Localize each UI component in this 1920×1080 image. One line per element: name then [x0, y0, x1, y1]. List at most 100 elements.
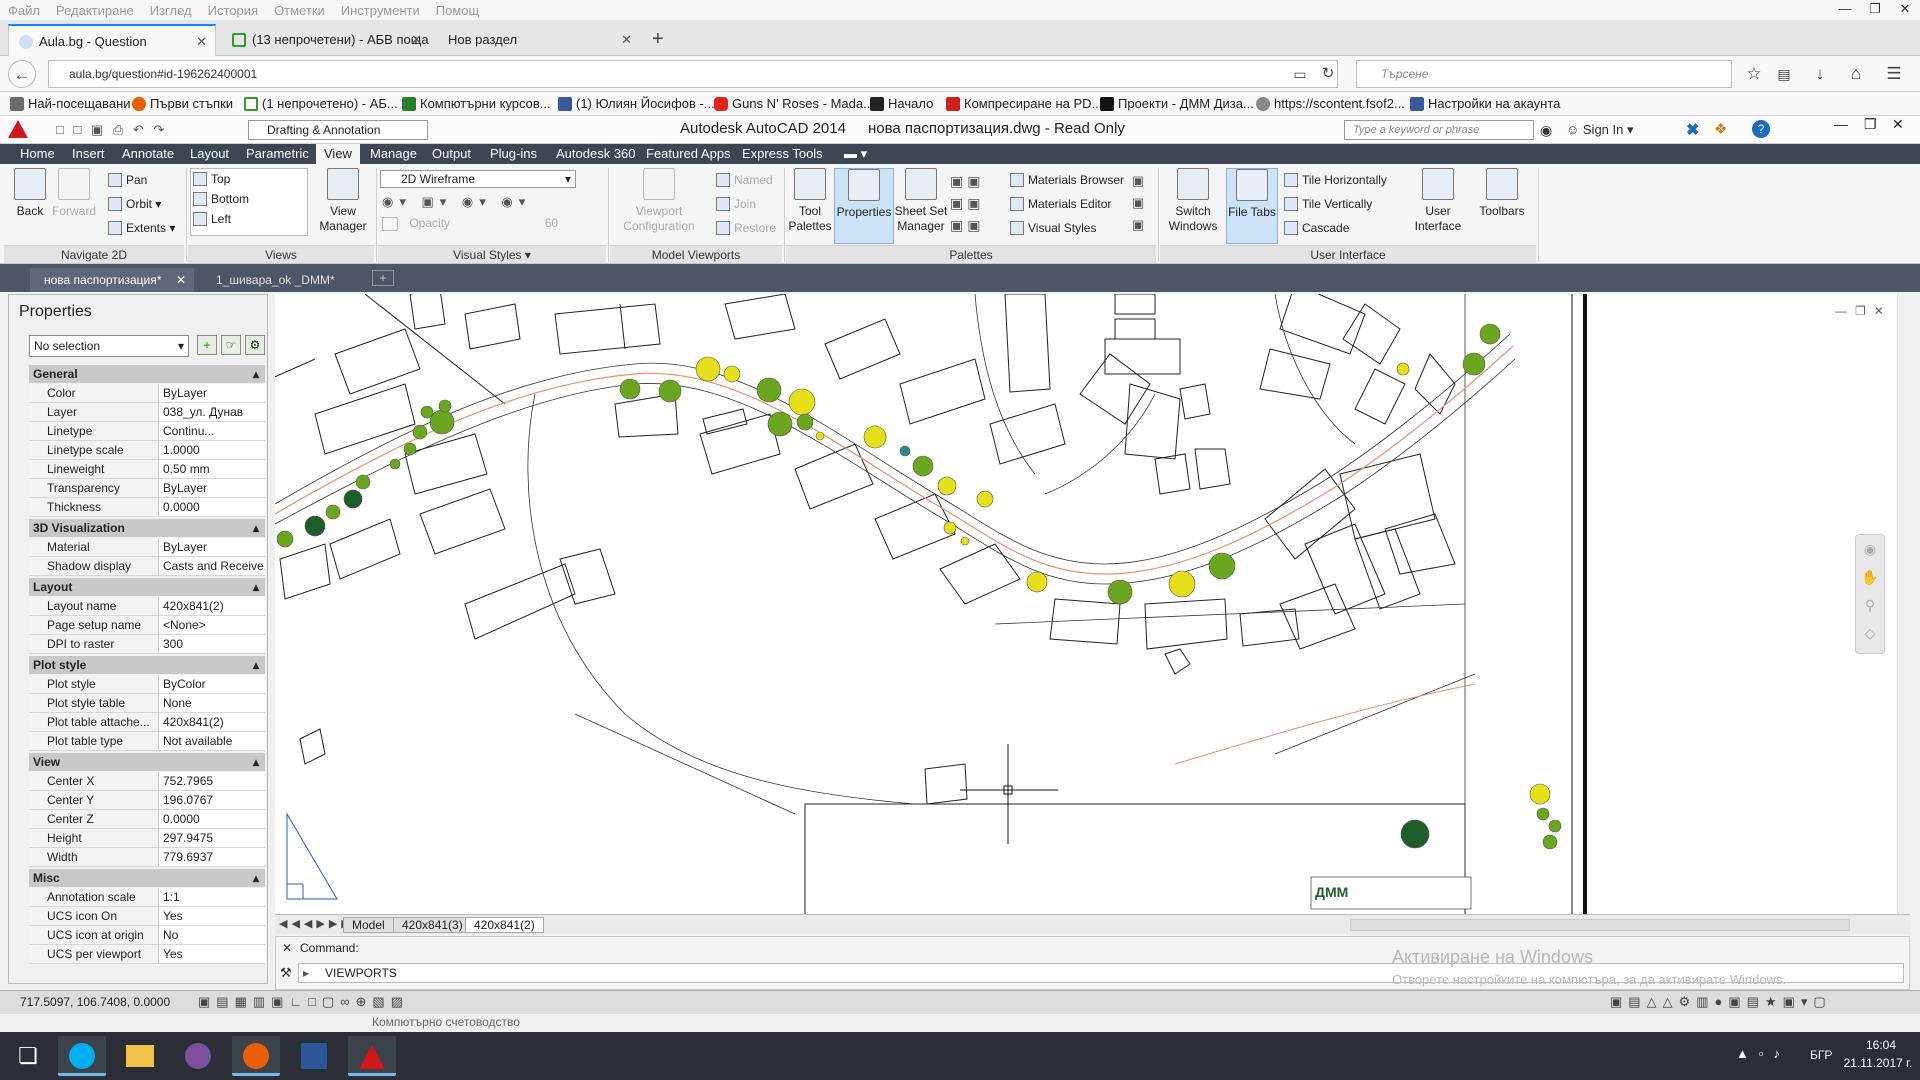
restore-viewports-button[interactable]: Restore — [714, 218, 776, 238]
menu-file[interactable]: Файл — [8, 3, 40, 18]
file-tabs-button[interactable]: File Tabs — [1226, 168, 1278, 244]
bookmark-item[interactable]: (1 непрочетено) - АБ... — [242, 95, 398, 113]
tab-view[interactable]: View — [316, 144, 360, 164]
drafting-toggles[interactable]: ▣▤▦▥▣∟□▢∞⊕▧▨ — [198, 994, 409, 1010]
bookmark-item[interactable]: Компютърни курсов... — [400, 95, 551, 113]
tab-output[interactable]: Output — [432, 146, 471, 161]
layout-tab-active[interactable]: 420x841(2) — [465, 917, 544, 933]
language-indicator[interactable]: БГР — [1810, 1048, 1832, 1062]
new-tab-button[interactable]: + — [652, 28, 664, 51]
menu-help[interactable]: Помощ — [436, 3, 479, 18]
bookmark-item[interactable]: Guns N' Roses - Mada... — [712, 95, 874, 113]
named-viewports-button[interactable]: Named — [714, 170, 773, 190]
panel-title-visual-styles[interactable]: Visual Styles ▾ — [378, 245, 606, 263]
property-value[interactable]: ByColor — [161, 675, 265, 693]
home-icon[interactable]: ⌂ — [1842, 60, 1870, 88]
visual-style-tools[interactable]: ◉▾ ▣▾ ◉▾ ◉▾ — [382, 194, 572, 212]
property-row[interactable]: UCS icon On Yes — [29, 907, 265, 926]
view-top-item[interactable]: Top — [191, 169, 230, 189]
property-value[interactable]: Not available — [161, 732, 265, 750]
property-row[interactable]: Width 779.6937 — [29, 848, 265, 867]
minimize-button[interactable]: — — [1830, 0, 1860, 20]
view-bottom-item[interactable]: Bottom — [191, 189, 249, 209]
clock-date[interactable]: 21.11.2017 г. — [1838, 1056, 1918, 1070]
back-view-button[interactable]: Back — [10, 168, 50, 219]
new-drawing-tab-icon[interactable]: + — [372, 270, 394, 286]
vertical-scrollbar[interactable] — [1897, 294, 1910, 914]
back-arrow-icon[interactable]: ← — [8, 60, 36, 88]
selection-select[interactable]: No selection ▾ — [29, 335, 189, 357]
property-value[interactable]: 297.9475 — [161, 829, 265, 847]
extents-button[interactable]: Extents ▾ — [106, 218, 175, 238]
restore-button[interactable]: ❐ — [1860, 0, 1890, 20]
property-section-header[interactable]: General ▴ — [29, 365, 265, 383]
skype-taskbar-button[interactable] — [58, 1036, 106, 1076]
visual-style-select[interactable]: 2D Wireframe ▾ — [380, 170, 576, 188]
close-tab-icon[interactable]: ✕ — [411, 24, 422, 56]
property-row[interactable]: Page setup name <None> — [29, 616, 265, 635]
viewport-window-controls[interactable]: —❐✕ — [1835, 304, 1892, 318]
join-viewports-button[interactable]: Join — [714, 194, 756, 214]
view-left-item[interactable]: Left — [191, 209, 231, 229]
tab-annotate[interactable]: Annotate — [122, 146, 174, 161]
property-row[interactable]: Material ByLayer — [29, 538, 265, 557]
property-row[interactable]: Center Z 0.0000 — [29, 810, 265, 829]
downloads-icon[interactable]: ↓ — [1806, 60, 1834, 88]
switch-windows-button[interactable]: Switch Windows — [1164, 168, 1222, 234]
bookmark-item[interactable]: https://scontent.fsof2... — [1254, 95, 1405, 113]
property-value[interactable]: 1:1 — [161, 888, 265, 906]
close-tab-icon[interactable]: ✕ — [176, 268, 186, 292]
view-manager-button[interactable]: View Manager — [316, 168, 370, 234]
properties-button[interactable]: Properties — [834, 168, 894, 244]
hamburger-menu-icon[interactable]: ☰ — [1880, 60, 1908, 88]
property-value[interactable]: ByLayer — [161, 538, 265, 556]
tab-autodesk360[interactable]: Autodesk 360 — [556, 146, 636, 161]
property-row[interactable]: DPI to raster 300 — [29, 635, 265, 654]
close-cmd-icon[interactable]: ✕ — [282, 941, 292, 955]
bookmark-item[interactable]: (1) Юлиян Йосифов -... — [556, 95, 715, 113]
property-value[interactable]: 0.0000 — [161, 810, 265, 828]
tab-manage[interactable]: Manage — [370, 146, 417, 161]
opacity-slider[interactable]: Opacity 60 — [382, 216, 602, 234]
property-row[interactable]: Center X 752.7965 — [29, 772, 265, 791]
materials-editor-button[interactable]: Materials Editor — [1008, 194, 1111, 214]
bookmark-item[interactable]: Първи стъпки — [130, 95, 233, 113]
property-value[interactable]: 038_ул. Дунав — [161, 403, 265, 421]
orbit-button[interactable]: Orbit ▾ — [106, 194, 161, 214]
property-row[interactable]: Linetype scale 1.0000 — [29, 441, 265, 460]
doc-tab[interactable]: 1_шивара_ok _DMM* — [202, 268, 362, 292]
word-taskbar-button[interactable] — [290, 1036, 338, 1076]
doc-tab-active[interactable]: нова паспортизация* ✕ — [30, 268, 194, 292]
library-icon[interactable]: ▤ — [1770, 60, 1798, 88]
exchange-icon[interactable]: ✖ — [1686, 120, 1699, 140]
help-search-input[interactable]: Type a keyword or phrase — [1344, 120, 1534, 140]
tab-insert[interactable]: Insert — [72, 146, 105, 161]
property-section-header[interactable]: Plot style ▴ — [29, 656, 265, 674]
property-row[interactable]: Plot table attache... 420x841(2) — [29, 713, 265, 732]
property-value[interactable]: 420x841(2) — [161, 713, 265, 731]
search-input[interactable]: Търсене — [1356, 60, 1732, 88]
help-icon[interactable]: ? — [1752, 120, 1770, 138]
property-value[interactable]: Yes — [161, 907, 265, 925]
panel-title-views[interactable]: Views — [188, 245, 374, 263]
sheet-set-manager-button[interactable]: Sheet Set Manager — [894, 168, 948, 234]
autocad-logo-icon[interactable] — [8, 120, 28, 138]
menu-history[interactable]: История — [208, 3, 258, 18]
explorer-taskbar-button[interactable] — [116, 1036, 164, 1076]
tab-home[interactable]: Home — [20, 146, 55, 161]
property-value[interactable]: Yes — [161, 945, 265, 963]
tray-icons[interactable]: ▲▫♪ — [1736, 1046, 1790, 1061]
menu-bookmarks[interactable]: Отметки — [274, 3, 325, 18]
acad-restore-button[interactable]: ❐ — [1864, 116, 1877, 133]
tile-horizontally-button[interactable]: Tile Horizontally — [1282, 170, 1387, 190]
acad-close-button[interactable]: ✕ — [1892, 116, 1904, 133]
wrench-icon[interactable]: ⚒ — [280, 965, 292, 981]
property-section-header[interactable]: 3D Visualization ▴ — [29, 519, 265, 537]
reader-view-icon[interactable]: ▭ — [1286, 60, 1314, 88]
toolbars-button[interactable]: Toolbars — [1474, 168, 1530, 219]
select-objects-icon[interactable]: ☞ — [221, 335, 241, 355]
layout-tab-model[interactable]: Model — [343, 917, 394, 933]
property-value[interactable]: Continu... — [161, 422, 265, 440]
menu-view[interactable]: Изглед — [150, 3, 192, 18]
quick-select-icon[interactable]: ⚙ — [245, 335, 265, 355]
